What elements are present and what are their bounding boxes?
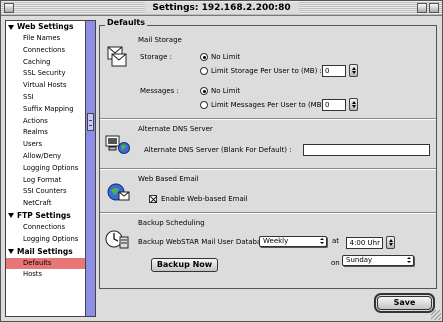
messages-limit-field[interactable]: 0	[322, 99, 346, 111]
disclosure-triangle-icon[interactable]	[8, 213, 14, 219]
group-title: Defaults	[105, 18, 147, 27]
messages-limit-label: Limit Messages Per User to (MB) :	[211, 101, 329, 109]
sidebar-item-netcraft[interactable]: NetCraft	[6, 198, 87, 210]
sidebar-item-virtual-hosts[interactable]: Virtual Hosts	[6, 80, 87, 92]
dns-server-icon	[105, 135, 130, 154]
separator	[100, 118, 436, 120]
web-email-title: Web Based Email	[138, 175, 199, 183]
defaults-group-box	[99, 25, 437, 289]
sidebar-item-ssl-security[interactable]: SSL Security	[6, 68, 87, 80]
web-email-icon	[107, 183, 130, 201]
close-box[interactable]	[4, 3, 14, 13]
resize-grip-icon[interactable]	[431, 310, 441, 320]
sidebar-item-suffix-mapping[interactable]: Suffix Mapping	[6, 104, 87, 116]
backup-frequency-popup[interactable]: Weekly	[259, 236, 327, 247]
backup-frequency-value: Weekly	[263, 237, 289, 245]
storage-limit-label: Limit Storage Per User to (MB) :	[211, 67, 322, 75]
collapse-box[interactable]	[429, 3, 439, 13]
storage-label: Storage :	[140, 53, 172, 61]
enable-web-email-checkbox[interactable]	[149, 195, 157, 203]
storage-limit-field[interactable]: 0	[322, 65, 346, 77]
sidebar-item-logging-options[interactable]: Logging Options	[6, 163, 87, 175]
zoom-box[interactable]	[417, 3, 427, 13]
sidebar-item-realms[interactable]: Realms	[6, 127, 87, 139]
messages-label: Messages :	[140, 87, 179, 95]
backup-clock-icon	[105, 230, 129, 249]
sidebar-item-hosts[interactable]: Hosts	[6, 269, 87, 281]
scroll-thumb[interactable]	[87, 113, 94, 131]
storage-no-limit-radio[interactable]	[200, 53, 208, 61]
backup-on-label: on	[331, 259, 340, 267]
sidebar-item-caching[interactable]: Caching	[6, 57, 87, 69]
backup-time-stepper[interactable]	[386, 236, 395, 249]
sidebar-group-label: FTP Settings	[17, 210, 71, 220]
sidebar-item-allow-deny[interactable]: Allow/Deny	[6, 151, 87, 163]
mail-storage-icon	[107, 46, 127, 67]
backup-time-field[interactable]: 4:00 Uhr	[346, 237, 383, 249]
messages-no-limit-label: No Limit	[211, 87, 241, 95]
disclosure-triangle-icon[interactable]	[8, 249, 14, 255]
sidebar-item-defaults[interactable]: Defaults	[6, 257, 87, 270]
dns-title: Alternate DNS Server	[138, 125, 213, 133]
separator	[100, 168, 436, 170]
sidebar-item-log-format[interactable]: Log Format	[6, 175, 87, 187]
save-button[interactable]: Save	[374, 293, 435, 313]
sidebar-list: Web Settings File Names Connections Cach…	[6, 21, 87, 281]
disclosure-triangle-icon[interactable]	[8, 24, 14, 30]
sidebar-item-connections[interactable]: Connections	[6, 45, 87, 57]
sidebar-group-mail-settings[interactable]: Mail Settings	[6, 246, 87, 258]
backup-day-value: Sunday	[346, 256, 373, 264]
sidebar-item-users[interactable]: Users	[6, 139, 87, 151]
dns-field-label: Alternate DNS Server (Blank For Default)…	[144, 146, 292, 154]
sidebar-group-web-settings[interactable]: Web Settings	[6, 21, 87, 33]
title-bar[interactable]: Settings: 192.168.2.200:80	[1, 1, 442, 16]
storage-limit-radio[interactable]	[200, 67, 208, 75]
sidebar-item-ftp-connections[interactable]: Connections	[6, 222, 87, 234]
sidebar-item-ssi-counters[interactable]: SSI Counters	[6, 186, 87, 198]
separator	[100, 212, 436, 214]
backup-title: Backup Scheduling	[138, 219, 205, 227]
sidebar-group-ftp-settings[interactable]: FTP Settings	[6, 210, 87, 222]
sidebar-item-ssi[interactable]: SSI	[6, 92, 87, 104]
sidebar-group-label: Mail Settings	[17, 246, 73, 256]
messages-limit-stepper[interactable]	[349, 98, 358, 111]
settings-sidebar: Web Settings File Names Connections Cach…	[5, 20, 96, 317]
storage-no-limit-label: No Limit	[211, 53, 241, 61]
sidebar-scrollbar[interactable]	[85, 21, 95, 316]
backup-label: Backup WebSTAR Mail User Database	[138, 238, 270, 246]
storage-limit-stepper[interactable]	[349, 64, 358, 77]
sidebar-group-label: Web Settings	[17, 22, 74, 31]
messages-no-limit-radio[interactable]	[200, 87, 208, 95]
sidebar-item-actions[interactable]: Actions	[6, 116, 87, 128]
backup-day-popup[interactable]: Sunday	[342, 255, 414, 266]
settings-window: Settings: 192.168.2.200:80 Web Settings …	[0, 0, 443, 322]
backup-at-label: at	[332, 237, 340, 245]
backup-now-button[interactable]: Backup Now	[151, 258, 218, 272]
messages-limit-radio[interactable]	[200, 101, 208, 109]
mail-storage-title: Mail Storage	[138, 36, 182, 44]
enable-web-email-label: Enable Web-based Email	[161, 195, 248, 203]
dns-server-field[interactable]	[303, 144, 430, 156]
sidebar-item-file-names[interactable]: File Names	[6, 33, 87, 45]
sidebar-item-ftp-logging-options[interactable]: Logging Options	[6, 234, 87, 246]
window-title: Settings: 192.168.2.200:80	[144, 2, 299, 14]
